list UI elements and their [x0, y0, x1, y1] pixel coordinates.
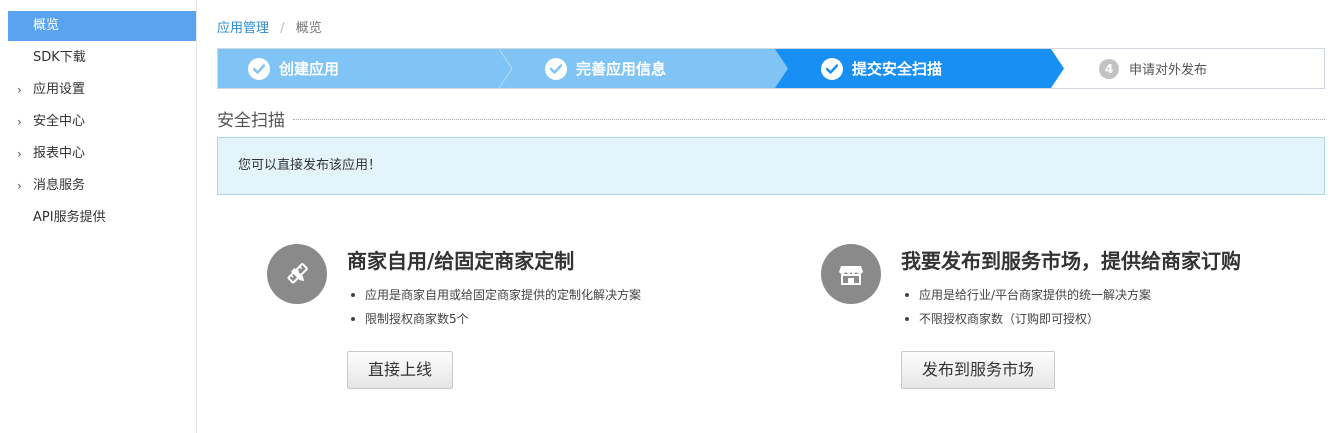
- option-marketplace-bullets: 应用是给行业/平台商家提供的统一解决方案 不限授权商家数（订购即可授权）: [901, 283, 1241, 331]
- chevron-right-icon: ›: [17, 83, 22, 97]
- option-marketplace-body: 我要发布到服务市场，提供给商家订购 应用是给行业/平台商家提供的统一解决方案 不…: [901, 244, 1241, 389]
- storefront-icon: [821, 244, 881, 304]
- list-item: 限制授权商家数5个: [347, 307, 641, 331]
- sidebar-item-app-settings[interactable]: › 应用设置: [8, 75, 196, 105]
- info-message: 您可以直接发布该应用！: [238, 158, 382, 173]
- option-self-use-title: 商家自用/给固定商家定制: [347, 249, 575, 273]
- step-4: 4 申请对外发布: [1099, 49, 1207, 88]
- breadcrumb-separator: /: [280, 21, 285, 36]
- step-4-label: 申请对外发布: [1129, 63, 1208, 78]
- chevron-right-icon: ›: [17, 179, 22, 193]
- publish-to-marketplace-button[interactable]: 发布到服务市场: [901, 351, 1056, 389]
- progress-steps: 创建应用 完善应用信息 提交安全扫描 4 申请对外发布: [217, 48, 1325, 89]
- option-marketplace-title: 我要发布到服务市场，提供给商家订购: [901, 249, 1241, 273]
- sidebar-item-label: API服务提供: [33, 210, 106, 225]
- list-item: 应用是商家自用或给固定商家提供的定制化解决方案: [347, 283, 641, 307]
- direct-launch-button[interactable]: 直接上线: [347, 351, 454, 389]
- sidebar-item-message-service[interactable]: › 消息服务: [8, 171, 196, 201]
- option-self-use-bullets: 应用是商家自用或给固定商家提供的定制化解决方案 限制授权商家数5个: [347, 283, 641, 331]
- chevron-right-icon: ›: [17, 147, 22, 161]
- breadcrumb: 应用管理 / 概览: [217, 17, 322, 36]
- sidebar-item-label: 安全中心: [33, 114, 86, 129]
- chevron-right-icon: ›: [17, 115, 22, 129]
- sidebar-item-api-service[interactable]: API服务提供: [8, 203, 196, 233]
- sidebar-item-label: 报表中心: [33, 146, 86, 161]
- sidebar: 概览 SDK下载 › 应用设置 › 安全中心 › 报表中心 › 消息服务 API…: [0, 0, 197, 433]
- section-header: 安全扫描: [217, 107, 1325, 131]
- dotted-divider: [293, 118, 1325, 120]
- section-title: 安全扫描: [217, 110, 285, 131]
- sidebar-item-label: 概览: [33, 18, 60, 33]
- list-item: 应用是给行业/平台商家提供的统一解决方案: [901, 283, 1241, 307]
- pencil-ruler-icon: [267, 244, 327, 304]
- sidebar-item-label: SDK下载: [33, 50, 86, 65]
- breadcrumb-link-app-management[interactable]: 应用管理: [217, 21, 269, 36]
- step-4-wrapper: 4 申请对外发布: [218, 49, 1324, 88]
- list-item: 不限授权商家数（订购即可授权）: [901, 307, 1241, 331]
- sidebar-item-report-center[interactable]: › 报表中心: [8, 139, 196, 169]
- sidebar-item-label: 消息服务: [33, 178, 86, 193]
- option-self-use-body: 商家自用/给固定商家定制 应用是商家自用或给固定商家提供的定制化解决方案 限制授…: [347, 244, 641, 389]
- info-message-box: 您可以直接发布该应用！: [217, 137, 1325, 195]
- breadcrumb-current: 概览: [295, 21, 322, 36]
- sidebar-item-overview[interactable]: 概览: [8, 11, 196, 41]
- sidebar-item-security-center[interactable]: › 安全中心: [8, 107, 196, 137]
- step-number-badge: 4: [1099, 58, 1119, 79]
- sidebar-item-sdk-download[interactable]: SDK下载: [8, 43, 196, 73]
- sidebar-item-label: 应用设置: [33, 82, 86, 97]
